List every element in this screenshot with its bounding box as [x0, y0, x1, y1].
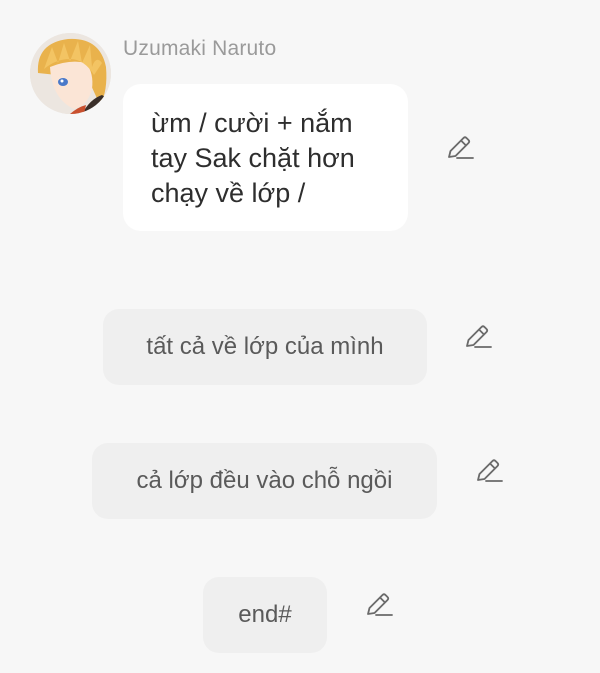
pencil-icon [466, 325, 492, 348]
edit-narration-button[interactable] [364, 590, 394, 620]
message-bubble[interactable]: ừm / cười + nắm tay Sak chặt hơn chạy về… [123, 84, 408, 231]
avatar[interactable] [30, 33, 111, 114]
narration-bubble[interactable]: end# [203, 577, 327, 653]
message-line: chạy về lớp / [151, 178, 306, 208]
narration-text: cả lớp đều vào chỗ ngồi [136, 467, 393, 494]
sender-name: Uzumaki Naruto [123, 37, 277, 60]
message-line: tay Sak chặt hơn [151, 143, 355, 173]
edit-message-button[interactable] [445, 133, 475, 163]
narration-text: end# [238, 601, 292, 628]
avatar-image [30, 33, 111, 114]
pencil-icon [448, 136, 474, 159]
message-line: ừm / cười + nắm [151, 108, 353, 138]
edit-narration-button[interactable] [474, 456, 504, 486]
narration-bubble[interactable]: cả lớp đều vào chỗ ngồi [92, 443, 437, 519]
pencil-icon [367, 593, 393, 616]
narration-text: tất cả về lớp của mình [146, 333, 384, 360]
edit-narration-button[interactable] [463, 322, 493, 352]
pencil-icon [477, 459, 503, 482]
narration-bubble[interactable]: tất cả về lớp của mình [103, 309, 427, 385]
